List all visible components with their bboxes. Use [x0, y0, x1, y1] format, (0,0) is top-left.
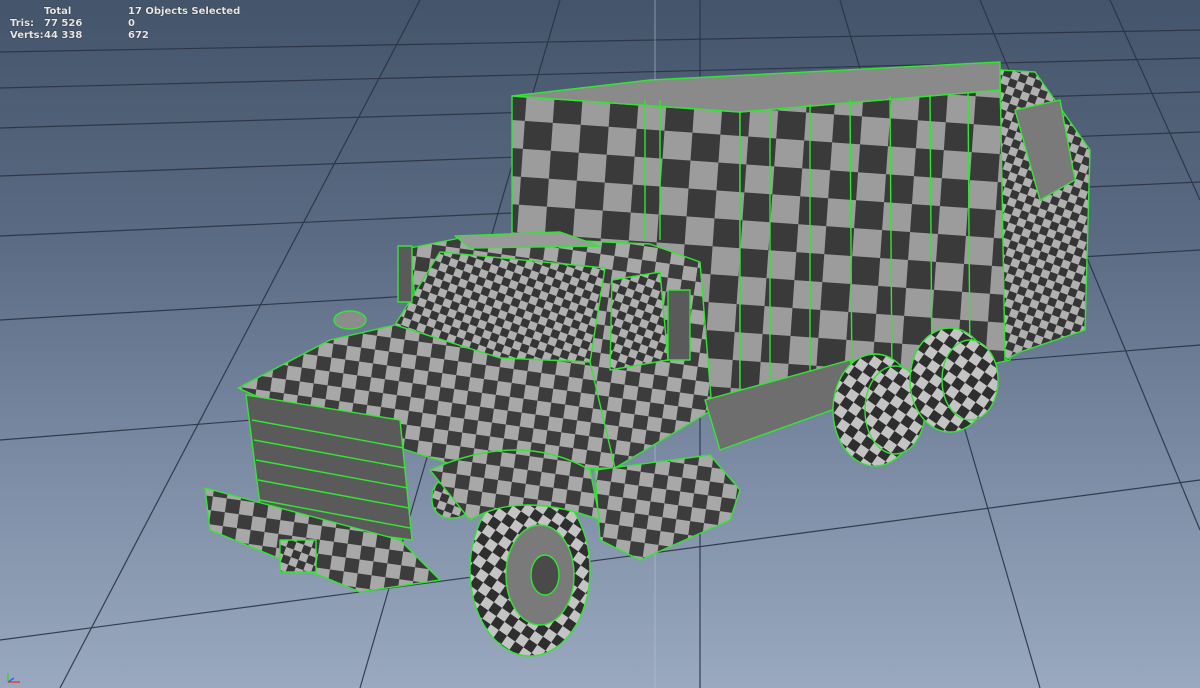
rear-wheel-2-hub	[941, 339, 999, 421]
side-mirror	[667, 289, 691, 361]
left-mirror	[397, 245, 413, 303]
hud-tris-label: Tris:	[10, 18, 35, 29]
axis-gizmo-icon	[7, 673, 20, 683]
hud-verts-selected: 672	[128, 30, 149, 41]
hud-total-label: Total	[44, 6, 72, 17]
hud-tris-total: 77 526	[44, 18, 83, 29]
3d-viewport[interactable]	[0, 0, 1200, 688]
front-wheel-hub	[530, 554, 560, 596]
hud-verts-label: Verts:	[10, 30, 44, 41]
hud-tris-selected: 0	[128, 18, 135, 29]
side-window	[609, 271, 669, 371]
viewport-scene	[0, 0, 1200, 688]
air-intake	[333, 310, 367, 330]
hud-verts-total: 44 338	[44, 30, 83, 41]
garbage-truck-model	[204, 61, 1091, 657]
license-plate	[279, 539, 317, 573]
hud-selection-label: 17 Objects Selected	[128, 6, 241, 17]
